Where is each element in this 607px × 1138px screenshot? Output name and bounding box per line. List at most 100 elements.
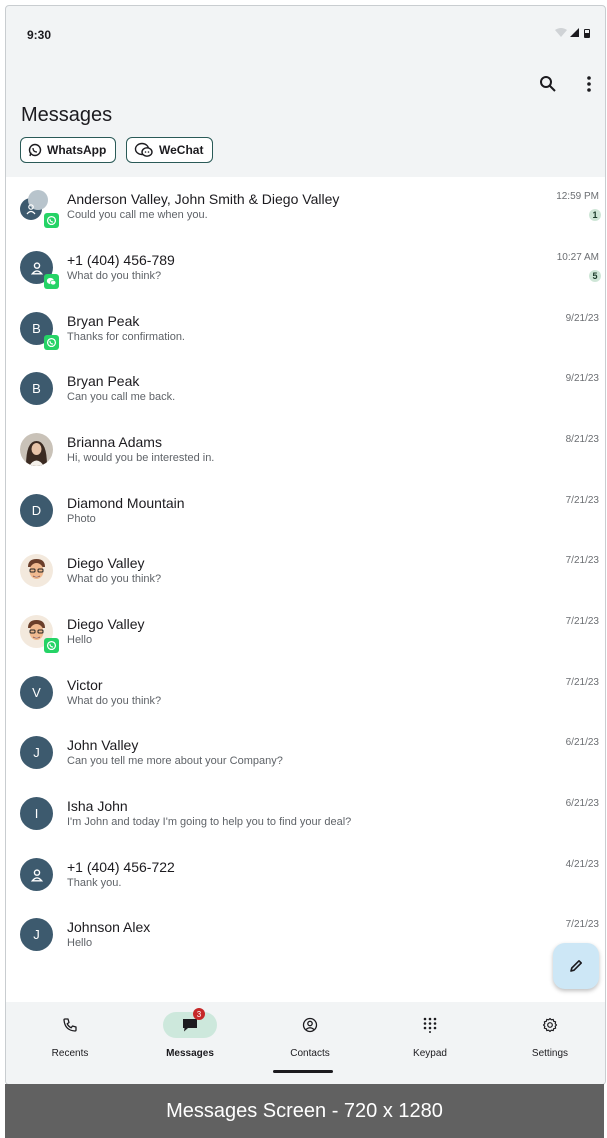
conversation-preview: Hello (67, 634, 93, 646)
conversation-date: 9/21/23 (565, 373, 599, 384)
conversation-row[interactable]: Diego Valley Hello 7/21/23 (6, 602, 605, 662)
conversation-preview: Hello (67, 937, 93, 949)
whatsapp-badge-icon (44, 213, 59, 228)
conversation-row[interactable]: B Bryan Peak Can you call me back. 9/21/… (6, 359, 605, 419)
avatar-photo (20, 554, 53, 587)
top-app-bar (6, 62, 605, 106)
conversation-preview: I'm John and today I'm going to help you… (67, 816, 352, 828)
phone-icon (43, 1012, 97, 1038)
filter-chip-whatsapp[interactable]: WhatsApp (20, 137, 117, 163)
conversation-row[interactable]: +1 (404) 456-722 Thank you. 4/21/23 (6, 845, 605, 905)
compose-button[interactable] (553, 943, 599, 989)
conversation-row[interactable]: I Isha John I'm John and today I'm going… (6, 784, 605, 844)
filter-chip-label: WhatsApp (47, 143, 107, 157)
conversation-name: Victor (67, 677, 103, 693)
device-frame: 9:30 Messages WhatsApp WeChat Anderson V… (5, 5, 606, 1085)
conversation-date: 6/21/23 (565, 798, 599, 809)
avatar (20, 858, 53, 891)
wechat-icon (134, 142, 153, 157)
conversation-row[interactable]: Diego Valley What do you think? 7/21/23 (6, 541, 605, 601)
conversation-name: Brianna Adams (67, 434, 162, 450)
nav-label: Settings (531, 1048, 569, 1059)
signal-battery-icons (555, 28, 590, 38)
conversation-name: Bryan Peak (67, 313, 140, 329)
conversation-name: Diego Valley (67, 616, 145, 632)
conversation-preview: Can you call me back. (67, 391, 176, 403)
nav-keypad[interactable]: Keypad (375, 1012, 485, 1062)
avatar: D (20, 494, 53, 527)
whatsapp-icon (28, 143, 42, 157)
conversation-date: 4/21/23 (565, 859, 599, 870)
wechat-badge-icon (44, 274, 59, 289)
pencil-icon (570, 960, 582, 972)
conversation-date: 8/21/23 (565, 434, 599, 445)
status-time: 9:30 (27, 28, 52, 42)
avatar: B (20, 372, 53, 405)
conversation-preview: Photo (67, 513, 96, 525)
conversation-row[interactable]: +1 (404) 456-789 What do you think? 10:2… (6, 238, 605, 298)
conversation-row[interactable]: Anderson Valley, John Smith & Diego Vall… (6, 177, 605, 237)
nav-label: Contacts (290, 1048, 330, 1059)
conversation-preview: Hi, would you be interested in. (67, 452, 215, 464)
conversation-row[interactable]: V Victor What do you think? 7/21/23 (6, 663, 605, 723)
conversation-name: Bryan Peak (67, 373, 140, 389)
gear-icon (523, 1012, 577, 1038)
avatar: V (20, 676, 53, 709)
conversation-preview: What do you think? (67, 695, 162, 707)
conversation-row[interactable]: J Johnson Alex Hello 7/21/23 (6, 905, 605, 965)
screen-caption: Messages Screen - 720 x 1280 (5, 1084, 604, 1138)
conversation-name: Anderson Valley, John Smith & Diego Vall… (67, 191, 340, 207)
conversation-name: Johnson Alex (67, 919, 151, 935)
avatar: J (20, 736, 53, 769)
conversation-date: 10:27 AM (556, 252, 599, 263)
keypad-icon (403, 1012, 457, 1038)
conversation-date: 6/21/23 (565, 737, 599, 748)
conversation-row[interactable]: J John Valley Can you tell me more about… (6, 723, 605, 783)
conversation-date: 9/21/23 (565, 313, 599, 324)
conversation-date: 7/21/23 (565, 677, 599, 688)
conversation-preview: Thanks for confirmation. (67, 331, 185, 343)
conversation-name: Diamond Mountain (67, 495, 185, 511)
nav-label: Keypad (413, 1048, 447, 1059)
conversation-preview: What do you think? (67, 270, 162, 282)
conversation-list: Anderson Valley, John Smith & Diego Vall… (6, 177, 605, 1002)
avatar: I (20, 797, 53, 830)
nav-recents[interactable]: Recents (15, 1012, 125, 1062)
filter-chip-label: WeChat (159, 143, 204, 157)
page-title: Messages (21, 104, 113, 126)
unread-count-badge: 1 (589, 209, 601, 221)
contact-icon (283, 1012, 337, 1038)
person-icon (30, 261, 43, 275)
conversation-row[interactable]: B Bryan Peak Thanks for confirmation. 9/… (6, 299, 605, 359)
whatsapp-badge-icon (44, 638, 59, 653)
search-icon[interactable] (536, 72, 560, 96)
nav-label: Recents (51, 1048, 89, 1059)
conversation-name: +1 (404) 456-789 (67, 252, 175, 268)
nav-label: Messages (166, 1048, 214, 1059)
conversation-date: 12:59 PM (556, 191, 599, 202)
conversation-name: +1 (404) 456-722 (67, 859, 175, 875)
unread-count-badge: 5 (589, 270, 601, 282)
home-indicator[interactable] (273, 1070, 333, 1073)
conversation-date: 7/21/23 (565, 616, 599, 627)
avatar: J (20, 918, 53, 951)
conversation-preview: Thank you. (67, 877, 122, 889)
conversation-row[interactable]: D Diamond Mountain Photo 7/21/23 (6, 481, 605, 541)
nav-settings[interactable]: Settings (495, 1012, 605, 1062)
conversation-date: 7/21/23 (565, 555, 599, 566)
filter-chip-wechat[interactable]: WeChat (126, 137, 214, 163)
chat-icon: 3 (163, 1008, 217, 1038)
conversation-row[interactable]: Brianna Adams Hi, would you be intereste… (6, 420, 605, 480)
conversation-name: John Valley (67, 737, 139, 753)
conversation-preview: Could you call me when you. (67, 209, 208, 221)
conversation-date: 7/21/23 (565, 919, 599, 930)
conversation-preview: Can you tell me more about your Company? (67, 755, 283, 767)
person-icon (30, 868, 43, 882)
conversation-name: Diego Valley (67, 555, 145, 571)
conversation-name: Isha John (67, 798, 128, 814)
nav-messages[interactable]: 3 Messages (135, 1008, 245, 1062)
nav-badge: 3 (193, 1008, 205, 1020)
more-options-icon[interactable] (577, 72, 601, 96)
nav-contacts[interactable]: Contacts (255, 1012, 365, 1062)
whatsapp-badge-icon (44, 335, 59, 350)
